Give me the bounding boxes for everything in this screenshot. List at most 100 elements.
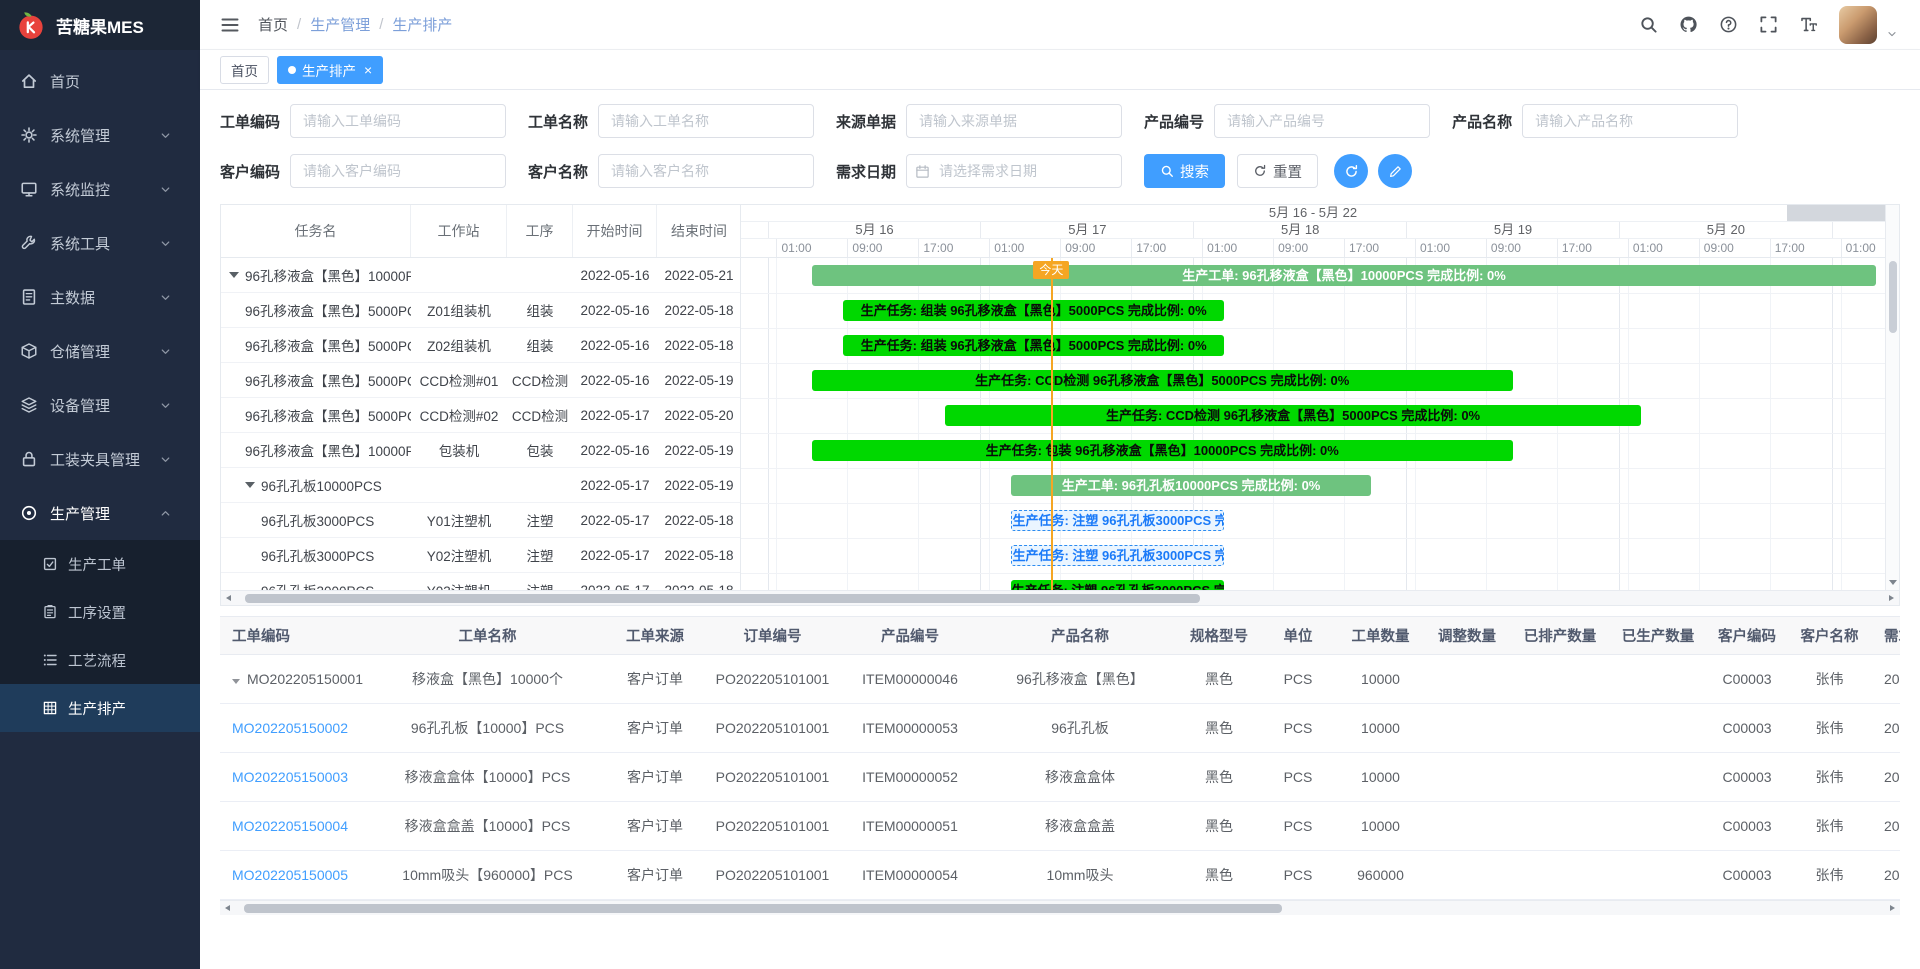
table-column-header: 工单数量 (1338, 625, 1423, 646)
gantt: 任务名工作站工序开始时间结束时间 96孔移液盒【黑色】10000PCS2022-… (221, 205, 1899, 590)
refresh-button[interactable] (1334, 154, 1368, 188)
cell-source: 客户订单 (605, 865, 705, 885)
github-icon[interactable] (1679, 15, 1698, 34)
sidebar-item-system-mgmt[interactable]: 系统管理 (0, 108, 200, 162)
scroll-right-icon[interactable] (1883, 591, 1899, 606)
gantt-bar[interactable]: 生产任务: 组装 96孔移液盒【黑色】5000PCS 完成比例: 0% (843, 335, 1224, 356)
cell-item_name: 96孔孔板 (980, 718, 1180, 738)
gantt-hour-label: 17:00 (1557, 239, 1592, 258)
sidebar-item-process-flow[interactable]: 工艺流程 (0, 636, 200, 684)
collapse-caret-icon[interactable] (245, 482, 255, 488)
search-button[interactable]: 搜索 (1144, 154, 1225, 188)
tab-scheduling[interactable]: 生产排产× (277, 56, 383, 84)
sidebar-item-master-data[interactable]: 主数据 (0, 270, 200, 324)
tab-close-icon[interactable]: × (364, 62, 372, 78)
table-column-header: 工单名称 (370, 625, 605, 646)
gantt-horizontal-scrollbar[interactable] (221, 590, 1899, 605)
work-order-link[interactable]: MO202205150002 (232, 720, 348, 736)
edit-button[interactable] (1378, 154, 1412, 188)
filter-text-input[interactable] (598, 154, 814, 188)
gantt-bar[interactable]: 生产任务: CCD检测 96孔移液盒【黑色】5000PCS 完成比例: 0% (945, 405, 1641, 426)
gantt-task-row[interactable]: 96孔孔板10000PCS2022-05-172022-05-19 (221, 468, 740, 503)
gantt-task-row[interactable]: 96孔移液盒【黑色】5000PCSZ01组装机组装2022-05-162022-… (221, 293, 740, 328)
expand-caret-icon[interactable] (232, 679, 240, 684)
tab-home[interactable]: 首页 (220, 56, 269, 84)
fullscreen-icon[interactable] (1759, 15, 1778, 34)
gantt-task-row[interactable]: 96孔孔板3000PCSY02注塑机注塑2022-05-172022-05-18 (221, 538, 740, 573)
breadcrumb-item-2[interactable]: 生产排产 (392, 14, 452, 35)
gantt-task-row[interactable]: 96孔孔板3000PCSY01注塑机注塑2022-05-172022-05-18 (221, 503, 740, 538)
scroll-right-icon[interactable] (1884, 901, 1900, 916)
search-icon[interactable] (1639, 15, 1658, 34)
filter-text-input[interactable] (906, 104, 1122, 138)
work-order-link[interactable]: MO202205150004 (232, 818, 348, 834)
scroll-left-icon[interactable] (221, 591, 237, 606)
work-order-link[interactable]: MO202205150005 (232, 867, 348, 883)
scroll-left-icon[interactable] (220, 901, 236, 916)
collapse-caret-icon[interactable] (229, 272, 239, 278)
sidebar-item-home[interactable]: 首页 (0, 54, 200, 108)
filter-text-input[interactable] (290, 154, 506, 188)
user-avatar[interactable] (1839, 6, 1877, 44)
reset-button[interactable]: 重置 (1237, 154, 1318, 188)
cell-qty: 10000 (1338, 769, 1423, 785)
breadcrumb-item-0[interactable]: 首页 (258, 14, 288, 35)
gantt-task-table: 任务名工作站工序开始时间结束时间 96孔移液盒【黑色】10000PCS2022-… (221, 205, 741, 590)
sidebar-item-system-tools[interactable]: 系统工具 (0, 216, 200, 270)
font-size-icon[interactable] (1799, 15, 1818, 34)
gantt-bar[interactable]: 生产工单: 96孔孔板10000PCS 完成比例: 0% (1011, 475, 1370, 496)
filter-text-input[interactable] (1522, 104, 1738, 138)
sidebar-item-process-settings[interactable]: 工序设置 (0, 588, 200, 636)
work-order-link[interactable]: MO202205150001 (247, 671, 363, 687)
scrollbar-thumb[interactable] (244, 904, 1282, 913)
scrollbar-thumb[interactable] (1889, 261, 1897, 333)
gantt-bar[interactable]: 生产任务: 注塑 96孔孔板3000PCS 完成比例: 0% (1011, 545, 1224, 566)
filter-text-input[interactable] (598, 104, 814, 138)
today-line (1051, 258, 1053, 590)
workstation-cell: CCD检测#02 (411, 405, 507, 425)
sidebar-item-tooling-mgmt[interactable]: 工装夹具管理 (0, 432, 200, 486)
sidebar-item-system-monitor[interactable]: 系统监控 (0, 162, 200, 216)
sidebar-item-scheduling[interactable]: 生产排产 (0, 684, 200, 732)
gantt-hour-label: 17:00 (1131, 239, 1166, 258)
scrollbar-track[interactable] (237, 593, 1883, 604)
scrollbar-thumb[interactable] (245, 594, 1200, 603)
hamburger-icon[interactable] (220, 15, 240, 35)
sidebar-item-equipment-mgmt[interactable]: 设备管理 (0, 378, 200, 432)
table-horizontal-scrollbar[interactable] (220, 900, 1900, 915)
gantt-task-row[interactable]: 96孔孔板3000PCSY03注塑机注塑2022-05-172022-05-18 (221, 573, 740, 590)
sidebar-item-production-mgmt[interactable]: 生产管理 (0, 486, 200, 540)
gantt-row-line (741, 293, 1885, 294)
demand-date-input[interactable] (906, 154, 1122, 188)
filter-text-input[interactable] (1214, 104, 1430, 138)
work-order-link[interactable]: MO202205150003 (232, 769, 348, 785)
table-column-header: 需求日期 (1872, 625, 1900, 646)
gantt-hour-label: 09:00 (847, 239, 882, 258)
help-icon[interactable] (1719, 15, 1738, 34)
gantt-task-row[interactable]: 96孔移液盒【黑色】5000PCSCCD检测#01CCD检测2022-05-16… (221, 363, 740, 398)
filter-group: 需求日期 (836, 154, 1122, 188)
filter-text-input[interactable] (290, 104, 506, 138)
sidebar-item-warehouse-mgmt[interactable]: 仓储管理 (0, 324, 200, 378)
chevron-up-icon (159, 507, 172, 520)
filter-group: 产品名称 (1452, 104, 1738, 138)
gantt-vertical-scrollbar[interactable] (1885, 205, 1899, 590)
gantt-bar[interactable]: 生产任务: CCD检测 96孔移液盒【黑色】5000PCS 完成比例: 0% (812, 370, 1513, 391)
gantt-bar[interactable]: 生产任务: 组装 96孔移液盒【黑色】5000PCS 完成比例: 0% (843, 300, 1224, 321)
scrollbar-track[interactable] (236, 903, 1884, 914)
work-order-table-header: 工单编码工单名称工单来源订单编号产品编号产品名称规格型号单位工单数量调整数量已排… (220, 617, 1900, 655)
breadcrumb-item-1[interactable]: 生产管理 (310, 14, 370, 35)
scroll-down-icon[interactable] (1889, 580, 1897, 585)
gantt-bar[interactable]: 生产工单: 96孔移液盒【黑色】10000PCS 完成比例: 0% (812, 265, 1876, 286)
gantt-task-row[interactable]: 96孔移液盒【黑色】10000PCS2022-05-162022-05-21 (221, 258, 740, 293)
gantt-task-row[interactable]: 96孔移液盒【黑色】5000PCSCCD检测#02CCD检测2022-05-17… (221, 398, 740, 433)
filter-label: 客户名称 (528, 161, 588, 182)
gantt-task-row[interactable]: 96孔移液盒【黑色】5000PCSZ02组装机组装2022-05-162022-… (221, 328, 740, 363)
cell-order_no: PO202205101001 (705, 818, 840, 834)
sidebar-item-work-order[interactable]: 生产工单 (0, 540, 200, 588)
caret-down-icon[interactable] (1886, 28, 1898, 40)
gantt-task-row[interactable]: 96孔移液盒【黑色】10000PCS包装机包装2022-05-162022-05… (221, 433, 740, 468)
gantt-bar[interactable]: 生产任务: 注塑 96孔孔板3000PCS 完成比例: 0% (1011, 510, 1224, 531)
gantt-bar[interactable]: 生产任务: 注塑 96孔孔板3000PCS 完成比例: 0% (1011, 580, 1224, 590)
gantt-bar[interactable]: 生产任务: 包装 96孔移液盒【黑色】10000PCS 完成比例: 0% (812, 440, 1513, 461)
